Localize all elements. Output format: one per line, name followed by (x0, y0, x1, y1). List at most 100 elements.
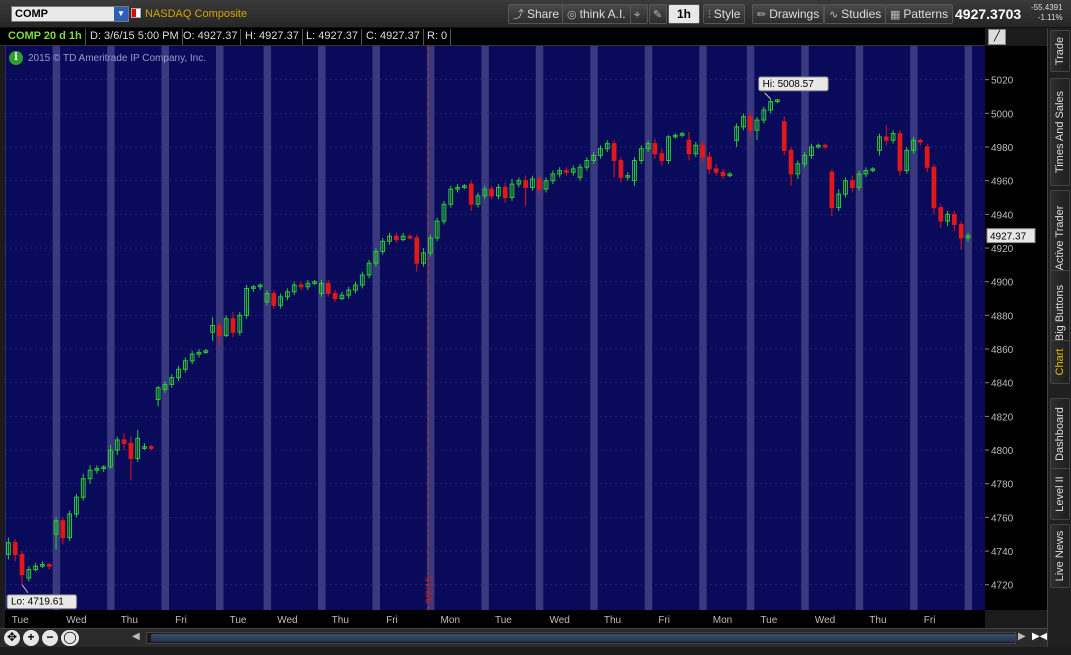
candle-body[interactable] (618, 159, 624, 178)
price-chart[interactable]: 3/2/15 Hi: 5008.57 Lo: 4719.61 (5, 46, 985, 610)
scroll-right-icon[interactable]: ▶ (1018, 631, 1026, 642)
current-price-label: 4927.37 (986, 228, 1036, 244)
think-ai-button[interactable]: ◎ think A.I. (562, 4, 631, 24)
candle-body[interactable] (217, 324, 222, 337)
drawing-tool-button[interactable]: ⌖ (630, 4, 648, 24)
candle-body[interactable] (652, 143, 658, 155)
timeframe-button[interactable]: 1h (668, 4, 700, 24)
candle-body[interactable] (917, 139, 923, 143)
candle-body[interactable] (489, 188, 494, 197)
tab-level-ii[interactable]: Level II (1050, 468, 1070, 520)
drawings-button[interactable]: ✏ Drawings (752, 4, 825, 24)
symbol-flag-icon[interactable] (131, 8, 141, 18)
tab-chart[interactable]: Chart (1050, 340, 1070, 384)
info-icon[interactable]: i (9, 51, 23, 65)
candle-body[interactable] (686, 139, 692, 155)
chart-area[interactable]: 3/2/15 Hi: 5008.57 Lo: 4719.61 (5, 46, 985, 610)
zoom-out-icon[interactable]: − (42, 630, 58, 646)
time-axis-svg: Tue Wed Thu Fri Tue Wed Thu Fri Mon Tue Wed Thu Fri M… (12, 615, 936, 626)
candle-body[interactable] (924, 146, 930, 168)
chart-settings-icon[interactable]: ╱ (988, 29, 1006, 45)
candle-body[interactable] (325, 282, 331, 294)
candle-body[interactable] (19, 553, 25, 576)
candle-body[interactable] (952, 213, 957, 225)
candle-body[interactable] (611, 143, 617, 161)
candle-body[interactable] (148, 446, 154, 449)
candle-body[interactable] (822, 144, 828, 148)
candle-body[interactable] (468, 183, 474, 205)
candle-body[interactable] (12, 542, 18, 555)
candle-body[interactable] (931, 166, 937, 209)
tab-times-and-sales[interactable]: Times And Sales (1050, 78, 1070, 186)
price-axis[interactable]: 4720 4740 4760 4780 4800 4820 4840 4860 4880 4900… (985, 46, 1047, 610)
session-shade (964, 46, 973, 610)
studies-button[interactable]: ∿ Studies (824, 4, 887, 24)
time-tick-label: Wed (66, 615, 86, 626)
time-tick-label: Tue (495, 615, 512, 626)
low-label: Lo: 4719.61 (6, 594, 78, 610)
candle-body[interactable] (523, 180, 528, 188)
time-tick-label: Fri (386, 615, 398, 626)
session-shade (161, 46, 170, 610)
crosshair-icon: ⌖ (634, 9, 641, 21)
candle-body[interactable] (897, 133, 903, 172)
tab-trade[interactable]: Trade (1050, 30, 1070, 72)
high-pointer (764, 92, 771, 100)
bar-date: D: 3/6/15 5:00 PM (87, 29, 183, 45)
candle-body[interactable] (230, 318, 236, 333)
last-price: 4927.3703 (955, 6, 1022, 22)
candle-body[interactable] (60, 520, 66, 539)
candle-body[interactable] (938, 207, 944, 222)
candle-body[interactable] (121, 439, 127, 444)
pan-icon[interactable]: ✥ (4, 630, 20, 646)
time-axis[interactable]: Tue Wed Thu Fri Tue Wed Thu Fri Mon Tue Wed Thu Fri M… (5, 610, 985, 628)
price-tick-label: 4920 (991, 244, 1014, 255)
share-icon: ⤴ (513, 9, 524, 21)
candle-body[interactable] (128, 442, 134, 459)
symbol-dropdown-icon[interactable]: ▼ (114, 7, 128, 21)
scrollbar-thumb[interactable] (151, 634, 1017, 642)
price-axis-svg: 4720 4740 4760 4780 4800 4820 4840 4860 4880 4900… (985, 76, 1036, 592)
candle-body[interactable] (849, 180, 855, 188)
candle-body[interactable] (958, 223, 964, 239)
candle-body[interactable] (502, 186, 508, 199)
candle-body[interactable] (46, 564, 52, 567)
chart-header-strip: COMP 20 d 1h D: 3/6/15 5:00 PM O: 4927.3… (0, 28, 985, 46)
candle-body[interactable] (781, 121, 787, 151)
candle-body[interactable] (720, 171, 726, 177)
scroll-to-end-icon[interactable]: ▶◀ (1032, 631, 1047, 642)
candle-body[interactable] (659, 153, 665, 161)
patterns-button[interactable]: ▦ Patterns (885, 4, 954, 24)
price-tick-label: 4900 (991, 278, 1014, 289)
candle-body[interactable] (564, 170, 569, 173)
candle-body[interactable] (788, 149, 794, 175)
candle-body[interactable] (700, 144, 705, 158)
price-tick-label: 4800 (991, 446, 1014, 457)
symbol-input[interactable]: COMP ▼ (11, 6, 129, 22)
candle-body[interactable] (883, 136, 889, 141)
candle-body[interactable] (407, 235, 413, 239)
wrench-button[interactable]: ✎ (649, 4, 667, 24)
candle-body[interactable] (393, 235, 399, 241)
scroll-left-icon[interactable]: ◀ (132, 631, 140, 642)
candle-body[interactable] (271, 292, 277, 306)
candle-body[interactable] (747, 116, 753, 131)
session-shade (801, 46, 809, 610)
candle-body[interactable] (332, 292, 338, 300)
high-label: Hi: 5008.57 (758, 76, 829, 92)
style-button[interactable]: ⫶ Style (703, 4, 746, 24)
candle-body[interactable] (298, 284, 304, 288)
candle-body[interactable] (536, 178, 542, 190)
candle-body[interactable] (707, 156, 712, 170)
company-name: NASDAQ Composite (145, 8, 248, 20)
share-button[interactable]: ⤴ Share (508, 4, 565, 24)
tab-dashboard[interactable]: Dashboard (1050, 398, 1070, 470)
zoom-in-icon[interactable]: + (23, 630, 39, 646)
tab-live-news[interactable]: Live News (1050, 524, 1070, 588)
candle-body[interactable] (829, 171, 835, 209)
candle-body[interactable] (414, 237, 420, 264)
zoom-reset-icon[interactable]: ◯ (61, 630, 79, 646)
time-scrollbar[interactable] (146, 632, 1017, 644)
chart-symbol-period[interactable]: COMP 20 d 1h (5, 29, 86, 45)
candle-body[interactable] (713, 168, 719, 173)
